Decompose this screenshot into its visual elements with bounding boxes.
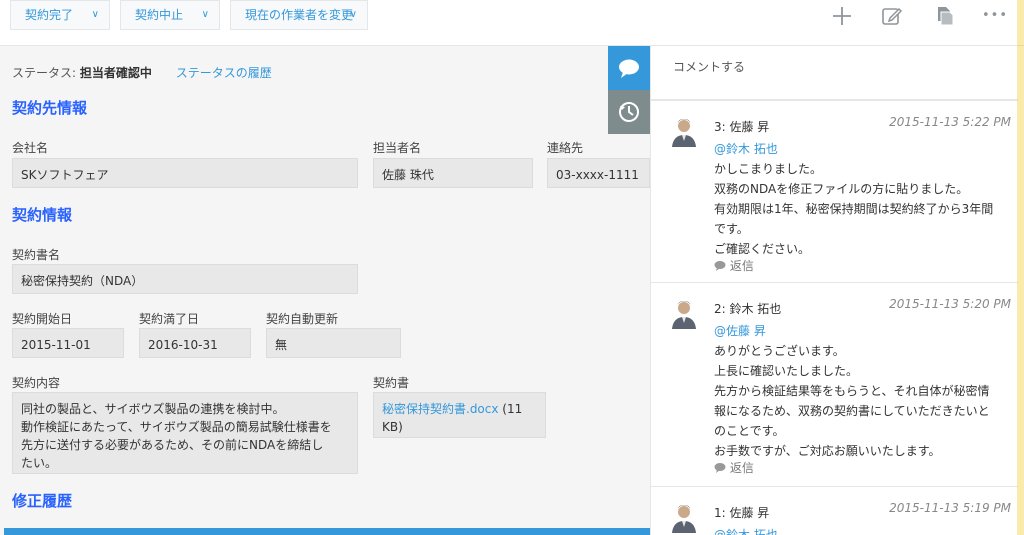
comment-author: 1: 佐藤 昇 — [714, 506, 770, 520]
status-label: ステータス: — [12, 66, 77, 80]
document-value: 秘密保持契約書.docx (11 KB) — [373, 392, 546, 438]
auto-renew-label: 契約自動更新 — [266, 312, 339, 326]
avatar — [668, 115, 700, 147]
comment-mention[interactable]: @鈴木 拓也 — [714, 140, 778, 157]
start-date-value: 2015-11-01 — [12, 328, 124, 358]
comment-line: のことです。 — [714, 424, 785, 438]
reply-label: 返信 — [729, 259, 754, 273]
speech-bubble-icon — [714, 261, 726, 271]
comment-line: 双務のNDAを修正ファイルの方に貼りました。 — [714, 182, 969, 196]
history-clock-icon — [619, 102, 639, 122]
reply-button[interactable]: 返信 — [714, 459, 754, 476]
company-value: SKソフトフェア — [12, 158, 358, 188]
document-file-size-unit: KB) — [382, 420, 403, 434]
content-label: 契約内容 — [12, 376, 61, 390]
comment-line: ご確認ください。 — [714, 242, 811, 256]
change-assignee-button[interactable]: 現在の作業者を変更 ∨ — [230, 0, 368, 30]
document-label: 契約書 — [373, 376, 410, 390]
status-value: 担当者確認中 — [79, 66, 152, 80]
comment-line: 先方から検証結果等をもらうと、それ自体が秘密情 — [714, 384, 990, 398]
comment-author: 2: 鈴木 拓也 — [714, 302, 782, 316]
end-date-value: 2016-10-31 — [139, 328, 251, 358]
cancel-contract-label: 契約中止 — [135, 8, 184, 22]
comment-body: ありがとうございます。 上長に確認いたしました。 先方から検証結果等をもらうと、… — [714, 341, 1014, 461]
company-label: 会社名 — [12, 141, 49, 155]
comment-date: 2015-11-13 5:22 PM — [889, 115, 1011, 129]
chevron-down-icon: ∨ — [91, 9, 99, 20]
content-line: 先方に送付する必要があるため、その前にNDAを締結し — [21, 438, 324, 452]
avatar — [668, 297, 700, 329]
contact-label: 連絡先 — [547, 141, 584, 155]
section-title-contract: 契約情報 — [12, 206, 73, 224]
more-icon[interactable]: ••• — [982, 4, 1007, 28]
document-file-link[interactable]: 秘密保持契約書.docx — [382, 402, 498, 416]
status-history-link[interactable]: ステータスの履歴 — [176, 66, 272, 80]
comment-item: 3: 佐藤 昇 2015-11-13 5:22 PM @鈴木 拓也 かしこまりま… — [651, 100, 1018, 282]
start-date-label: 契約開始日 — [12, 312, 73, 326]
chevron-down-icon: ∨ — [201, 9, 209, 20]
window-edge — [1017, 0, 1024, 535]
tab-comments[interactable] — [608, 46, 650, 90]
comment-line: 報になるため、双務の契約書にしていただきたいと — [714, 404, 990, 418]
complete-contract-label: 契約完了 — [25, 8, 74, 22]
contract-name-label: 契約書名 — [12, 248, 61, 262]
comment-item: 1: 佐藤 昇 2015-11-13 5:19 PM @鈴木 拓也 — [651, 486, 1018, 535]
comment-line: 上長に確認いたしました。 — [714, 364, 859, 378]
contact-value: 03-xxxx-1111 — [547, 158, 650, 188]
comment-mention[interactable]: @鈴木 拓也 — [714, 526, 778, 535]
cancel-contract-button[interactable]: 契約中止 ∨ — [120, 0, 220, 30]
contact-person-value: 佐藤 珠代 — [373, 158, 533, 188]
complete-contract-button[interactable]: 契約完了 ∨ — [10, 0, 110, 30]
copy-icon[interactable] — [932, 4, 956, 28]
chevron-down-icon: ∨ — [349, 9, 357, 20]
content-line: たい。 — [21, 456, 58, 470]
content-value: 同社の製品と、サイボウズ製品の連携を検討中。 動作検証にあたって、サイボウズ製品… — [12, 392, 358, 474]
plus-icon[interactable] — [830, 4, 854, 28]
status-row: ステータス: 担当者確認中 ステータスの履歴 — [12, 64, 272, 81]
change-assignee-label: 現在の作業者を変更 — [245, 8, 354, 22]
reply-label: 返信 — [729, 461, 754, 475]
comment-author: 3: 佐藤 昇 — [714, 120, 770, 134]
record-detail-panel: ステータス: 担当者確認中 ステータスの履歴 契約先情報 会社名 SKソフトフェ… — [0, 46, 650, 535]
reply-button[interactable]: 返信 — [714, 257, 754, 274]
document-line-1: 秘密保持契約書.docx (11 — [382, 400, 537, 418]
comment-line: かしこまりました。 — [714, 162, 823, 176]
auto-renew-value: 無 — [266, 328, 401, 358]
comment-panel: コメントする 3: 佐藤 昇 2015-11-13 5:22 PM @鈴木 拓也… — [650, 46, 1024, 535]
contact-person-label: 担当者名 — [373, 141, 422, 155]
edit-icon[interactable] — [880, 4, 904, 28]
comment-item: 2: 鈴木 拓也 2015-11-13 5:20 PM @佐藤 昇 ありがとうご… — [651, 282, 1018, 486]
comment-input[interactable]: コメントする — [651, 46, 1018, 100]
avatar — [668, 501, 700, 533]
comment-line: お手数ですが、ご対応お願いいたします。 — [714, 444, 941, 458]
comment-mention[interactable]: @佐藤 昇 — [714, 322, 766, 339]
tab-history[interactable] — [608, 90, 650, 134]
comment-line: 有効期限は1年、秘密保持期間は契約終了から3年間 — [714, 202, 994, 216]
contract-name-value: 秘密保持契約（NDA） — [12, 264, 358, 294]
comment-line: ありがとうございます。 — [714, 344, 845, 358]
content-line: 同社の製品と、サイボウズ製品の連携を検討中。 — [21, 402, 285, 416]
comment-bubble-icon — [619, 59, 639, 78]
section-title-revision: 修正履歴 — [12, 492, 73, 510]
section-title-partner: 契約先情報 — [12, 99, 88, 117]
comment-placeholder: コメントする — [673, 60, 746, 74]
revision-history-bar — [4, 528, 650, 535]
content-line: 動作検証にあたって、サイボウズ製品の簡易試験仕様書を — [21, 420, 332, 434]
document-file-size: (11 — [498, 402, 523, 416]
comment-date: 2015-11-13 5:20 PM — [889, 297, 1011, 311]
end-date-label: 契約満了日 — [139, 312, 200, 326]
record-toolbar: 契約完了 ∨ 契約中止 ∨ 現在の作業者を変更 ∨ ••• — [0, 0, 1024, 46]
comment-body: かしこまりました。 双務のNDAを修正ファイルの方に貼りました。 有効期限は1年… — [714, 159, 1014, 259]
comment-line: です。 — [714, 222, 749, 236]
comment-date: 2015-11-13 5:19 PM — [889, 501, 1011, 515]
speech-bubble-icon — [714, 463, 726, 473]
